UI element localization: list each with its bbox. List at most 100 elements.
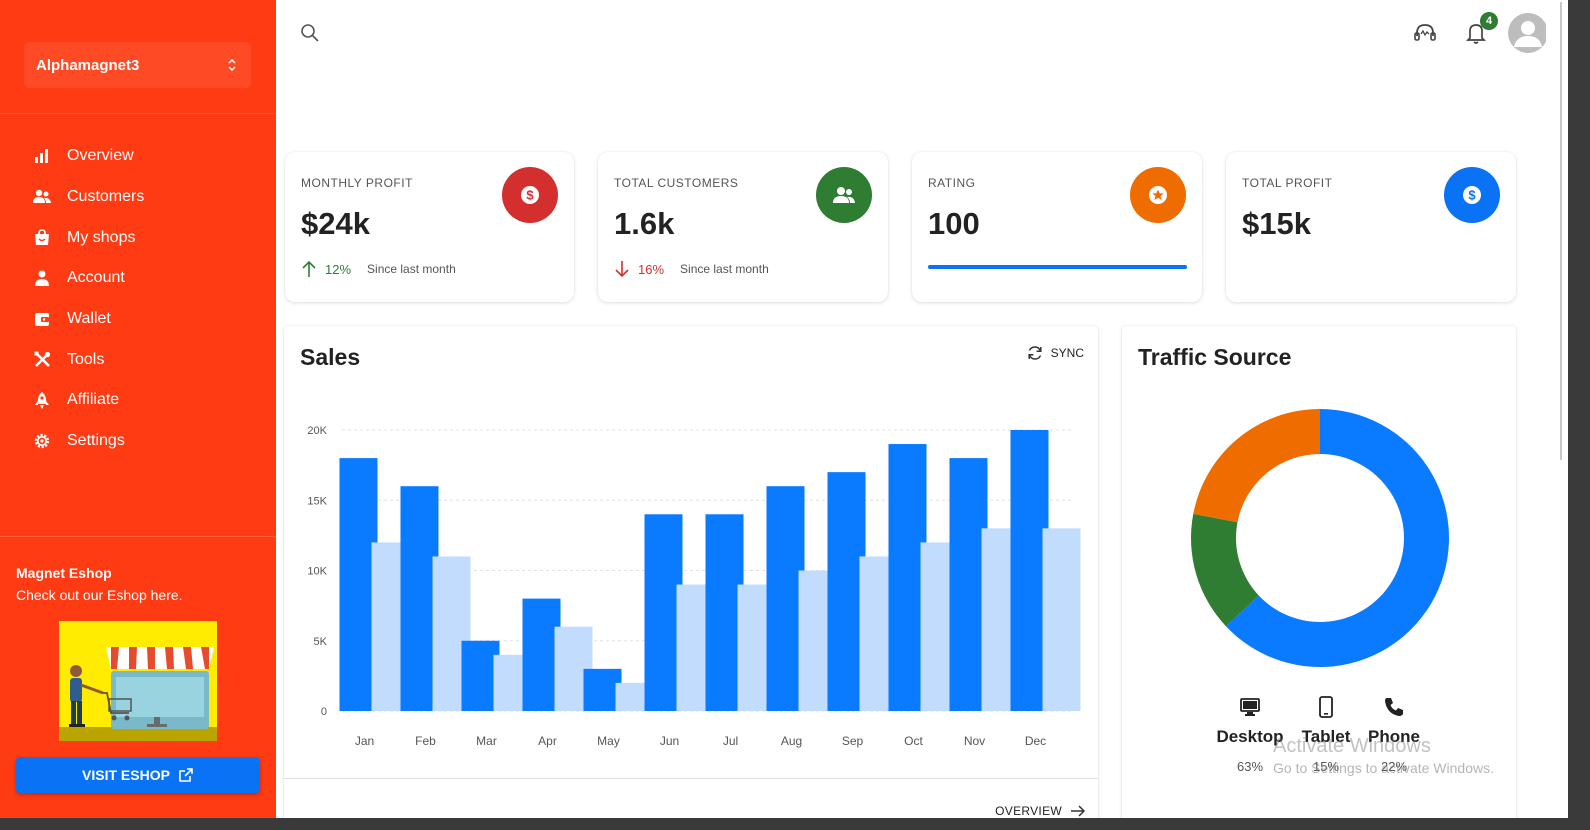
- stat-card-total-customers: TOTAL CUSTOMERS 1.6k 16% Since last mont…: [598, 152, 888, 302]
- rating-progress-bar: [928, 265, 1187, 269]
- visit-eshop-label: VISIT ESHOP: [82, 767, 170, 783]
- dollar-icon: $: [521, 186, 539, 204]
- app-window: Alphamagnet3 Overview Customers My shops…: [0, 0, 1568, 818]
- sidebar-item-label: Wallet: [67, 310, 111, 328]
- avatar[interactable]: [1508, 13, 1548, 53]
- chevron-updown-icon: [228, 58, 236, 72]
- stat-value: $15k: [1242, 206, 1311, 241]
- tools-icon: [33, 351, 51, 369]
- traffic-donut-chart: [1191, 409, 1449, 667]
- arrow-right-icon: [1071, 805, 1086, 817]
- users-icon: [33, 188, 51, 206]
- sidebar-item-customers[interactable]: Customers: [0, 177, 276, 218]
- y-tick-label: 5K: [314, 636, 328, 648]
- phone-icon: [1385, 698, 1403, 716]
- sidebar-divider: [0, 113, 276, 114]
- svg-text:$: $: [1468, 188, 1476, 203]
- donut-slice-phone[interactable]: [1193, 409, 1320, 523]
- sidebar-item-settings[interactable]: Settings: [0, 421, 276, 462]
- desktop-icon: [1240, 698, 1260, 716]
- stat-card-monthly-profit: MONTHLY PROFIT $24k $ 12% Since last mon…: [285, 152, 574, 302]
- x-tick-label: Feb: [415, 734, 436, 748]
- sidebar-item-label: Tools: [67, 350, 105, 368]
- y-tick-label: 20K: [307, 425, 327, 437]
- x-tick-label: Sep: [842, 734, 864, 748]
- sidebar-item-affiliate[interactable]: Affiliate: [0, 380, 276, 421]
- svg-text:$: $: [526, 188, 534, 203]
- page-scrollbar[interactable]: [1546, 0, 1568, 818]
- stat-value: 1.6k: [614, 206, 675, 241]
- sidebar-nav: Overview Customers My shops Account Wall…: [0, 136, 276, 462]
- users-icon: [833, 187, 855, 203]
- stat-label: TOTAL PROFIT: [1242, 176, 1333, 190]
- stat-trend: 16% Since last month: [614, 260, 769, 278]
- x-tick-label: Nov: [964, 734, 985, 748]
- windows-activation-watermark-title: Activate Windows: [1273, 735, 1431, 757]
- sidebar-item-label: Settings: [67, 432, 125, 450]
- stat-icon-circle: [1130, 167, 1186, 223]
- sidebar-item-account[interactable]: Account: [0, 258, 276, 299]
- sidebar-item-my-shops[interactable]: My shops: [0, 217, 276, 258]
- overview-label: OVERVIEW: [995, 804, 1062, 818]
- trend-percent: 12%: [325, 261, 352, 277]
- stat-value: 100: [928, 206, 980, 241]
- support-button[interactable]: [1413, 22, 1437, 49]
- sidebar-divider: [0, 536, 276, 537]
- x-tick-label: Mar: [476, 734, 497, 748]
- headset-icon: [1414, 24, 1436, 41]
- sales-bar-chart: 0 5K 10K 15K 20K Jan Feb Mar Apr May Jun Jul Aug Sep O…: [307, 425, 1081, 748]
- user-icon: [33, 269, 51, 287]
- rocket-icon: [33, 391, 51, 409]
- windows-activation-watermark-text: Go to Settings to activate Windows.: [1273, 760, 1494, 776]
- sidebar-item-label: Customers: [67, 188, 145, 206]
- shopping-bag-icon: [33, 229, 51, 247]
- bar-chart-icon: [33, 147, 51, 165]
- trend-percent: 16%: [638, 261, 665, 277]
- sales-card: Sales SYNC 0 5K 10K 15K 20K Jan Feb Mar Apr May Ju…: [284, 326, 1098, 818]
- sidebar-item-label: Affiliate: [67, 391, 120, 409]
- dollar-icon: $: [1463, 186, 1481, 204]
- user-avatar-icon: [1514, 21, 1542, 47]
- sidebar-item-tools[interactable]: Tools: [0, 339, 276, 380]
- scrollbar-thumb[interactable]: [1560, 2, 1562, 460]
- sidebar-item-overview[interactable]: Overview: [0, 136, 276, 177]
- star-icon: [1149, 186, 1167, 204]
- search-button[interactable]: [300, 23, 320, 43]
- sidebar-item-label: My shops: [67, 228, 136, 246]
- sidebar: Alphamagnet3 Overview Customers My shops…: [0, 0, 276, 818]
- x-tick-label: Jun: [660, 734, 679, 748]
- sales-card-divider: [284, 778, 1098, 779]
- visit-eshop-button[interactable]: VISIT ESHOP: [16, 757, 260, 793]
- x-tick-label: May: [597, 734, 620, 748]
- stat-icon-circle: $: [1444, 167, 1500, 223]
- stat-value: $24k: [301, 206, 370, 241]
- x-tick-label: Aug: [781, 734, 802, 748]
- stat-label: TOTAL CUSTOMERS: [614, 176, 739, 190]
- stat-card-total-profit: TOTAL PROFIT $15k $: [1226, 152, 1516, 302]
- promo-text: Check out our Eshop here.: [16, 587, 183, 603]
- gear-icon: [33, 432, 51, 450]
- notification-count-badge: 4: [1480, 12, 1498, 30]
- eshop-illustration: [59, 621, 217, 741]
- sidebar-item-label: Overview: [67, 147, 134, 165]
- arrow-down-icon: [615, 261, 629, 278]
- stat-icon-circle: $: [502, 167, 558, 223]
- stat-icon-circle: [816, 167, 872, 223]
- wallet-icon: [33, 310, 51, 328]
- trend-text: Since last month: [680, 262, 769, 276]
- bar-secondary[interactable]: [1042, 528, 1081, 711]
- organization-selector[interactable]: Alphamagnet3: [24, 42, 251, 88]
- trend-text: Since last month: [367, 262, 456, 276]
- search-icon: [301, 24, 319, 42]
- sidebar-item-wallet[interactable]: Wallet: [0, 299, 276, 340]
- x-tick-label: Apr: [538, 734, 557, 748]
- stat-label: RATING: [928, 176, 976, 190]
- x-tick-label: Jul: [723, 734, 738, 748]
- promo-title: Magnet Eshop: [16, 565, 112, 581]
- overview-button[interactable]: OVERVIEW: [995, 804, 1086, 818]
- external-link-icon: [179, 768, 193, 782]
- organization-name: Alphamagnet3: [36, 56, 140, 74]
- x-tick-label: Dec: [1025, 734, 1046, 748]
- x-tick-label: Jan: [355, 734, 374, 748]
- tablet-icon: [1319, 696, 1333, 718]
